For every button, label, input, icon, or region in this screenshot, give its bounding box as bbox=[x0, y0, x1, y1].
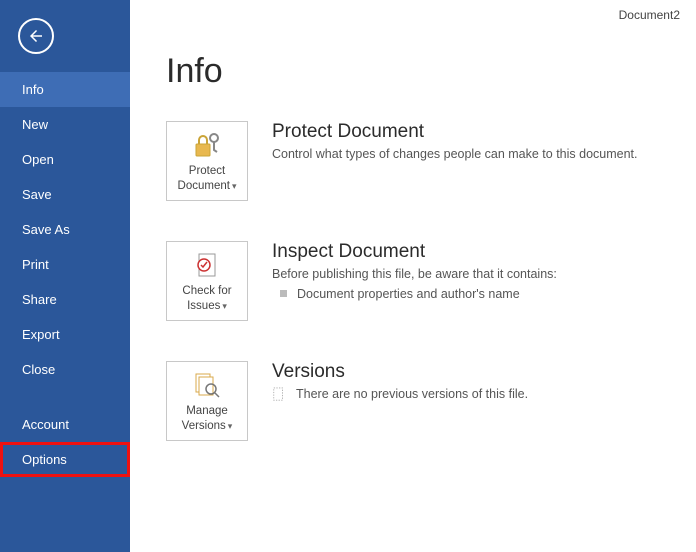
tile-label: Check for bbox=[182, 285, 231, 297]
tile-label: Issues bbox=[187, 300, 220, 312]
nav-item-account[interactable]: Account bbox=[0, 407, 130, 442]
section-heading: Versions bbox=[272, 361, 528, 383]
content-area: Document2 Info Protect Document▾ Protect… bbox=[130, 0, 696, 552]
document-stack-magnify-icon bbox=[171, 370, 243, 400]
inspect-bullet: Document properties and author's name bbox=[280, 287, 557, 301]
nav-item-print[interactable]: Print bbox=[0, 247, 130, 282]
section-desc: Before publishing this file, be aware th… bbox=[272, 267, 557, 281]
tile-label: Document bbox=[178, 180, 230, 192]
nav-item-info[interactable]: Info bbox=[0, 72, 130, 107]
section-heading: Inspect Document bbox=[272, 241, 557, 263]
page-title: Info bbox=[166, 52, 696, 91]
nav-top: Info New Open Save Save As Print Share E… bbox=[0, 72, 130, 477]
bullet-icon bbox=[280, 290, 287, 297]
section-heading: Protect Document bbox=[272, 121, 638, 143]
tile-label: Versions bbox=[182, 420, 226, 432]
nav-item-export[interactable]: Export bbox=[0, 317, 130, 352]
lock-key-icon bbox=[171, 130, 243, 160]
backstage-sidebar: Info New Open Save Save As Print Share E… bbox=[0, 0, 130, 552]
versions-row: There are no previous versions of this f… bbox=[272, 387, 528, 401]
nav-item-open[interactable]: Open bbox=[0, 142, 130, 177]
check-issues-tile[interactable]: Check for Issues▾ bbox=[166, 241, 248, 321]
nav-item-save-as[interactable]: Save As bbox=[0, 212, 130, 247]
tile-label: Manage bbox=[186, 405, 228, 417]
document-checklist-icon bbox=[171, 250, 243, 280]
nav-item-options[interactable]: Options bbox=[0, 442, 130, 477]
section-desc: Control what types of changes people can… bbox=[272, 147, 638, 161]
bullet-text: Document properties and author's name bbox=[297, 287, 520, 301]
back-button[interactable] bbox=[18, 18, 54, 54]
chevron-down-icon: ▾ bbox=[228, 421, 233, 431]
protect-document-tile[interactable]: Protect Document▾ bbox=[166, 121, 248, 201]
nav-item-save[interactable]: Save bbox=[0, 177, 130, 212]
manage-versions-tile[interactable]: Manage Versions▾ bbox=[166, 361, 248, 441]
section-protect: Protect Document▾ Protect Document Contr… bbox=[166, 121, 696, 201]
versions-text: There are no previous versions of this f… bbox=[296, 387, 528, 401]
chevron-down-icon: ▾ bbox=[222, 301, 227, 311]
nav-item-share[interactable]: Share bbox=[0, 282, 130, 317]
tile-label: Protect bbox=[189, 165, 225, 177]
chevron-down-icon: ▾ bbox=[232, 181, 237, 191]
document-title: Document2 bbox=[619, 8, 680, 22]
nav-item-new[interactable]: New bbox=[0, 107, 130, 142]
section-versions: Manage Versions▾ Versions There are no p… bbox=[166, 361, 696, 441]
section-inspect: Check for Issues▾ Inspect Document Befor… bbox=[166, 241, 696, 321]
nav-item-close[interactable]: Close bbox=[0, 352, 130, 387]
file-icon bbox=[272, 387, 286, 401]
arrow-left-icon bbox=[27, 27, 45, 45]
